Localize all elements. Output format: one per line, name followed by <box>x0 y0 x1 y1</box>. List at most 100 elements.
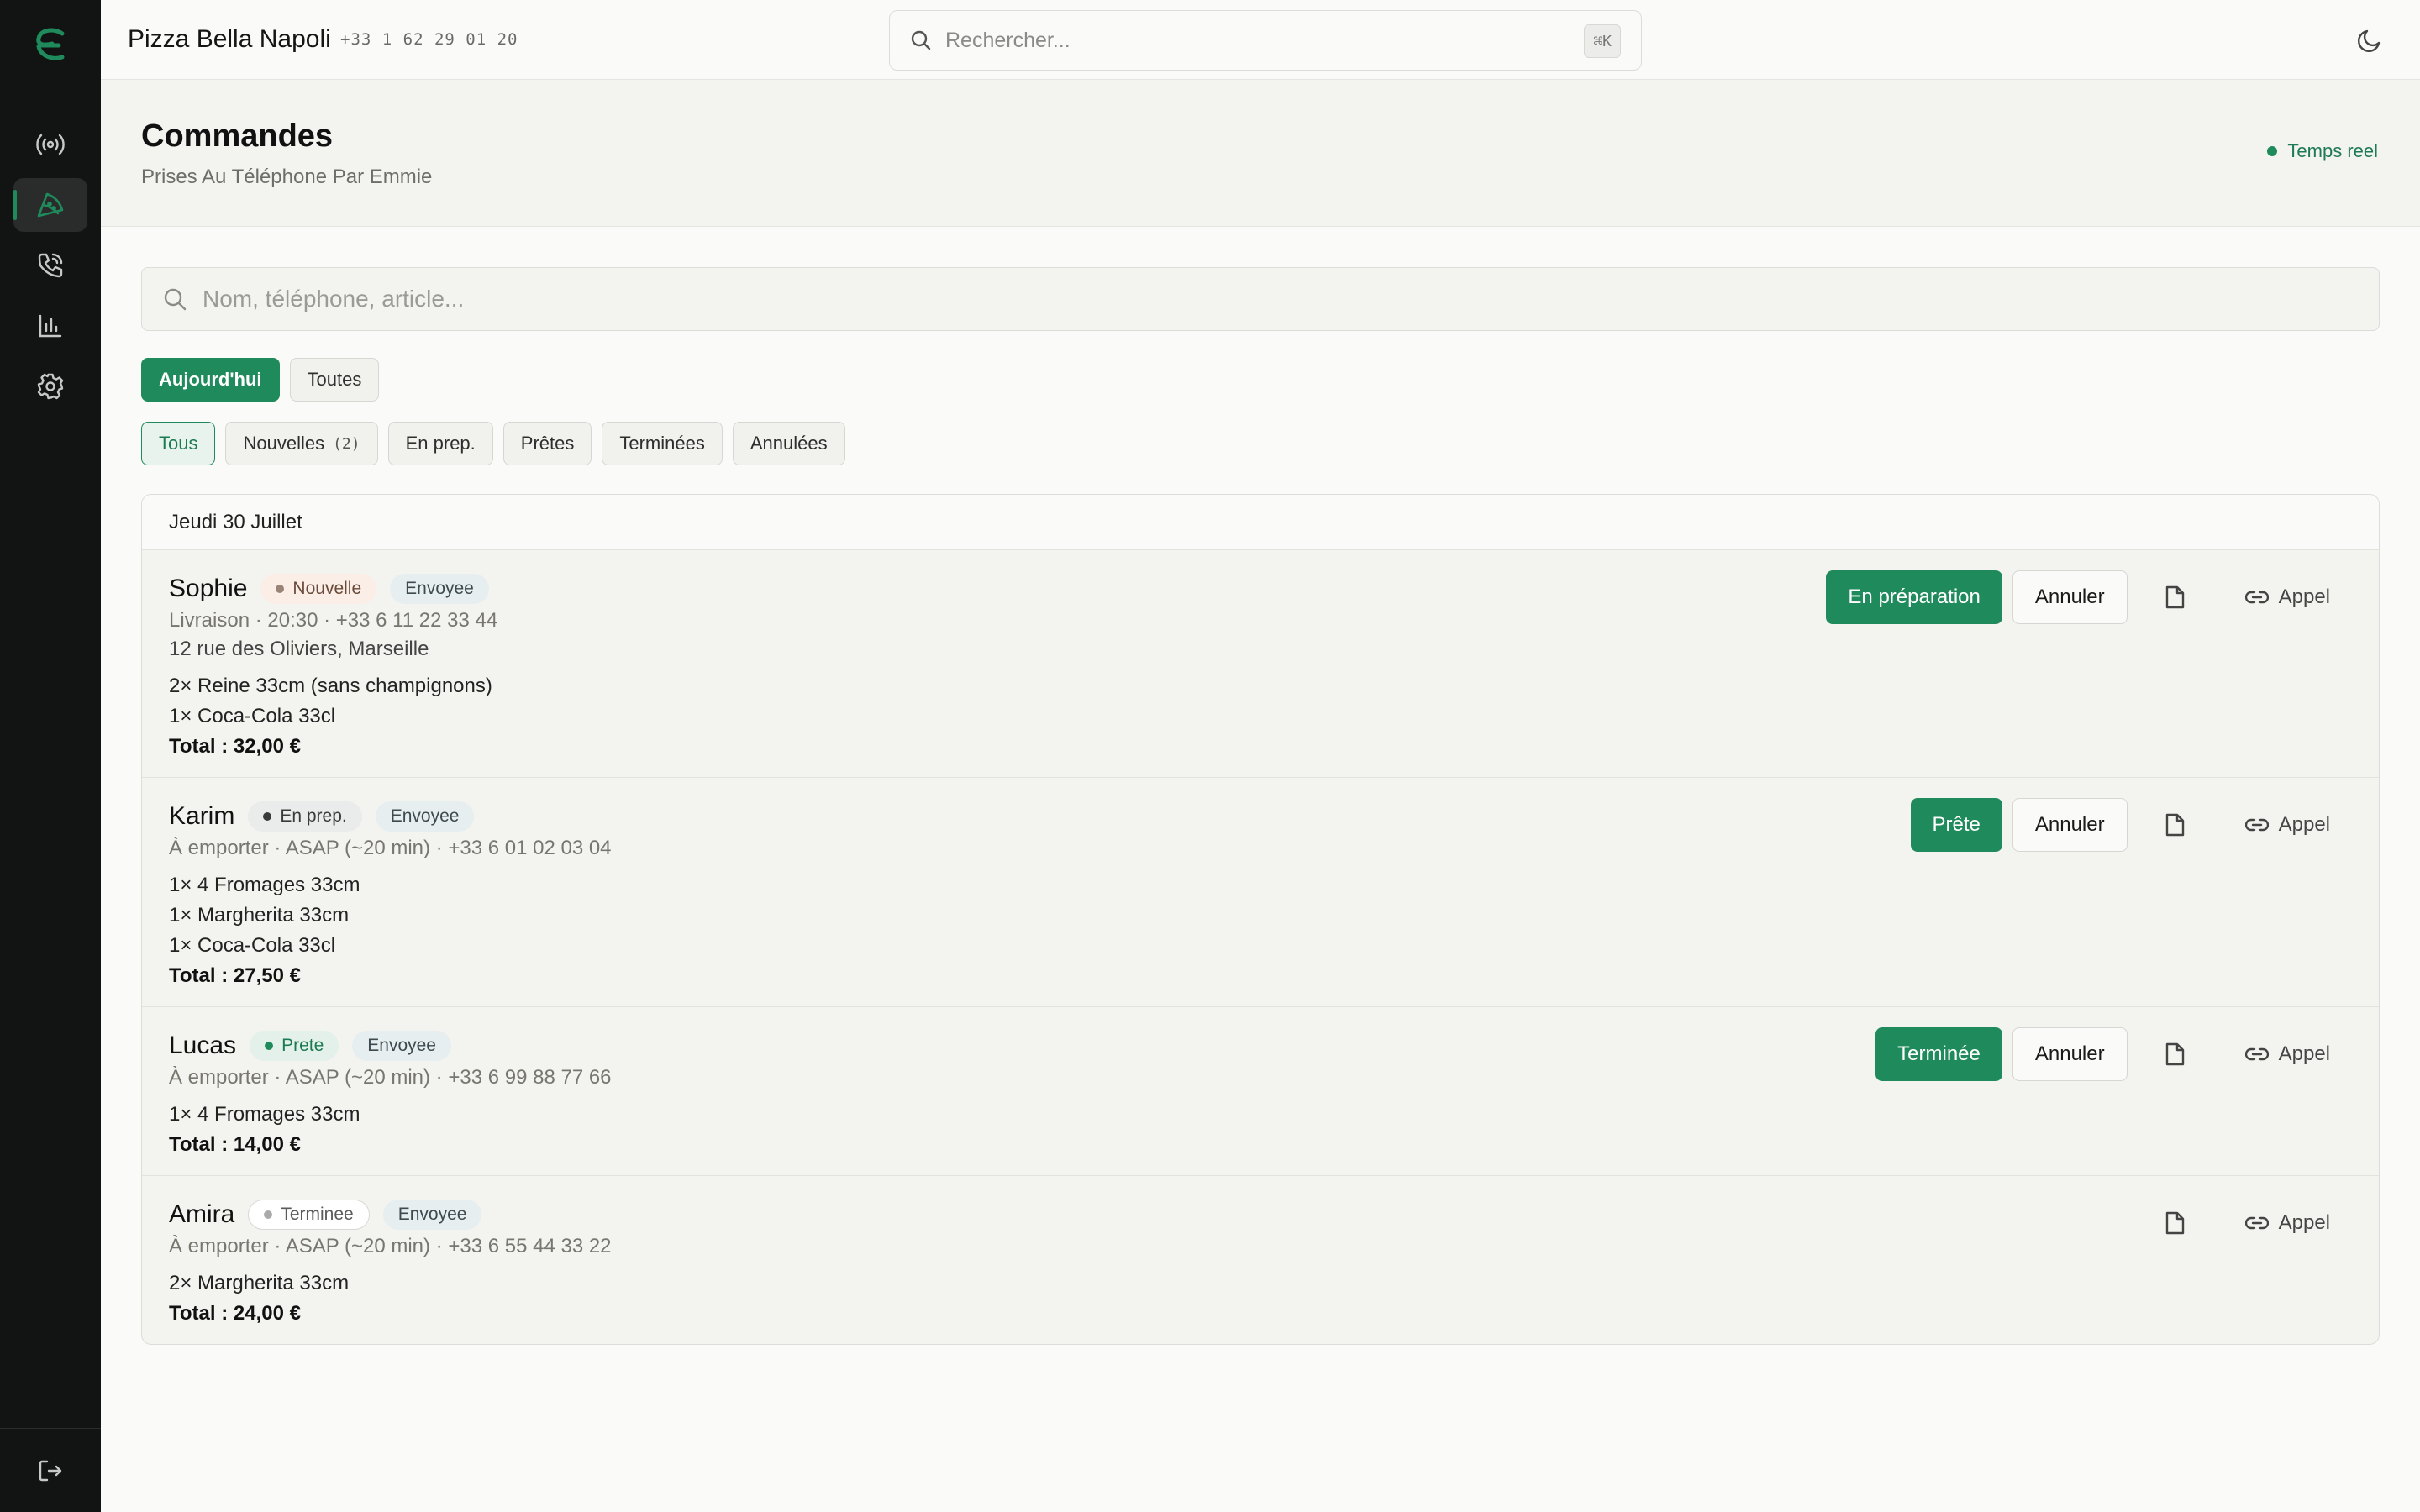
orders-main: Aujourd'hui Toutes Tous Nouvelles (2) En… <box>141 267 2380 1345</box>
sent-badge: Envoyee <box>382 1200 482 1230</box>
realtime-indicator: Temps reel <box>2267 140 2378 162</box>
realtime-label: Temps reel <box>2287 140 2378 161</box>
call-link[interactable]: Appel <box>2244 1196 2330 1250</box>
logout-icon <box>39 1460 62 1481</box>
order-item: 2× Reine 33cm (sans champignons) <box>169 675 492 697</box>
filter-status-new-label: Nouvelles <box>243 433 325 454</box>
cancel-order-button[interactable]: Annuler <box>2012 1027 2128 1081</box>
page-header: Commandes Prises Au Téléphone Par Emmie … <box>101 80 2420 227</box>
call-link[interactable]: Appel <box>2244 1027 2330 1081</box>
customer-name: Amira <box>169 1200 235 1228</box>
document-icon <box>2165 813 2184 837</box>
link-icon <box>2244 1047 2269 1061</box>
status-badge: Terminee <box>248 1200 370 1230</box>
order-items: 2× Reine 33cm (sans champignons) 1× Coca… <box>169 671 2352 732</box>
phone-icon <box>38 253 63 278</box>
customer-name: Karim <box>169 802 235 830</box>
call-link[interactable]: Appel <box>2244 798 2330 852</box>
filter-status-ready[interactable]: Prêtes <box>502 422 592 465</box>
order-card: Sophie Nouvelle Envoyee Livraison · 20:3… <box>142 550 2379 778</box>
sent-badge: Envoyee <box>352 1031 451 1061</box>
order-card: Lucas Prete Envoyee À emporter · ASAP (~… <box>142 1007 2379 1176</box>
customer-name: Lucas <box>169 1032 237 1059</box>
logout-button[interactable] <box>0 1428 101 1512</box>
filter-status-prep[interactable]: En prep. <box>387 422 493 465</box>
cancel-order-button[interactable]: Annuler <box>2012 798 2128 852</box>
sidebar-item-stats[interactable] <box>13 299 87 353</box>
filter-status-done[interactable]: Terminées <box>602 422 723 465</box>
receipt-button[interactable] <box>2148 1027 2202 1081</box>
order-actions: Terminée Annuler Appel <box>1876 1027 2330 1081</box>
order-actions: Appel <box>2138 1196 2330 1250</box>
order-item: 2× Margherita 33cm <box>169 1272 350 1294</box>
order-items: 2× Margherita 33cm <box>169 1268 2352 1299</box>
pizza-slice-icon <box>37 192 64 218</box>
start-preparation-button[interactable]: En préparation <box>1826 570 2002 624</box>
sidebar-item-live[interactable] <box>13 118 87 171</box>
order-actions: En préparation Annuler Appel <box>1826 570 2330 624</box>
restaurant-name: Pizza Bella Napoli <box>128 25 331 53</box>
call-label: Appel <box>2278 813 2330 836</box>
order-card: Karim En prep. Envoyee À emporter · ASAP… <box>142 778 2379 1007</box>
global-search[interactable]: ⌘K <box>889 10 1642 71</box>
emmie-logo-icon[interactable] <box>0 0 101 92</box>
page-subtitle: Prises Au Téléphone Par Emmie <box>141 165 433 188</box>
document-icon <box>2165 1042 2184 1066</box>
cancel-order-button[interactable]: Annuler <box>2012 570 2128 624</box>
search-icon <box>162 286 187 312</box>
order-total: Total : 24,00 € <box>169 1302 301 1325</box>
global-search-input[interactable] <box>945 28 1534 53</box>
sent-badge: Envoyee <box>390 574 489 604</box>
call-label: Appel <box>2278 1042 2330 1065</box>
orders-search-input[interactable] <box>203 286 2219 312</box>
status-badge: En prep. <box>248 801 362 832</box>
gear-icon <box>37 373 64 400</box>
filter-status-new[interactable]: Nouvelles (2) <box>225 422 378 465</box>
order-items: 1× 4 Fromages 33cm 1× Margherita 33cm 1×… <box>169 870 2352 961</box>
broadcast-icon <box>36 134 65 155</box>
call-label: Appel <box>2278 1211 2330 1234</box>
document-icon <box>2165 585 2184 609</box>
search-icon <box>910 29 932 51</box>
order-item: 1× Coca-Cola 33cl <box>169 705 336 727</box>
live-dot-icon <box>2267 146 2278 156</box>
link-icon <box>2244 1216 2269 1230</box>
order-address: 12 rue des Oliviers, Marseille <box>169 638 429 660</box>
receipt-button[interactable] <box>2148 570 2202 624</box>
period-filter: Aujourd'hui Toutes <box>141 358 2380 402</box>
filter-status-new-count: (2) <box>333 434 360 453</box>
sidebar-nav <box>13 118 87 413</box>
status-badge: Prete <box>250 1031 339 1061</box>
topbar: Pizza Bella Napoli +33 1 62 29 01 20 ⌘K <box>101 0 2420 80</box>
order-items: 1× 4 Fromages 33cm <box>169 1100 2352 1130</box>
filter-today[interactable]: Aujourd'hui <box>141 358 280 402</box>
receipt-button[interactable] <box>2148 798 2202 852</box>
mark-ready-button[interactable]: Prête <box>1910 798 2002 852</box>
theme-toggle-button[interactable] <box>2353 24 2386 57</box>
sidebar <box>0 0 101 1512</box>
order-item: 1× Margherita 33cm <box>169 904 350 927</box>
filter-all-dates[interactable]: Toutes <box>289 358 380 402</box>
moon-icon <box>2358 29 2381 52</box>
link-icon <box>2244 818 2269 832</box>
receipt-button[interactable] <box>2148 1196 2202 1250</box>
order-actions: Prête Annuler Appel <box>1910 798 2330 852</box>
customer-name: Sophie <box>169 575 248 602</box>
call-link[interactable]: Appel <box>2244 570 2330 624</box>
order-total: Total : 32,00 € <box>169 735 301 758</box>
document-icon <box>2165 1211 2184 1235</box>
orders-search[interactable] <box>141 267 2380 331</box>
status-filter: Tous Nouvelles (2) En prep. Prêtes Termi… <box>141 422 2380 465</box>
sidebar-item-settings[interactable] <box>13 360 87 413</box>
filter-status-all[interactable]: Tous <box>141 422 216 465</box>
order-meta: À emporter · ASAP (~20 min) · +33 6 55 4… <box>169 1235 612 1257</box>
orders-list: Jeudi 30 Juillet Sophie Nouvelle Envoyee… <box>141 494 2380 1345</box>
order-total: Total : 27,50 € <box>169 964 301 987</box>
mark-done-button[interactable]: Terminée <box>1876 1027 2002 1081</box>
search-shortcut: ⌘K <box>1584 24 1621 58</box>
sidebar-item-orders[interactable] <box>13 178 87 232</box>
sidebar-item-calls[interactable] <box>13 239 87 292</box>
order-item: 1× Coca-Cola 33cl <box>169 934 336 957</box>
order-item: 1× 4 Fromages 33cm <box>169 874 360 896</box>
filter-status-cancelled[interactable]: Annulées <box>732 422 845 465</box>
